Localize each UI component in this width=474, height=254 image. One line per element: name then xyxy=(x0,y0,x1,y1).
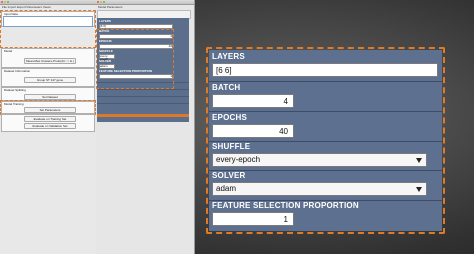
zoom-highlight-border xyxy=(206,47,445,234)
parameters-window: Model Parameters LAYERS [6 6] BATCH 4 EP… xyxy=(96,0,195,254)
main-app-window: File Import Export Parameters Views Inpu… xyxy=(0,0,97,254)
maximize-icon[interactable] xyxy=(103,1,105,3)
close-icon[interactable] xyxy=(97,1,99,3)
section-dataset-splitting: Dataset Splitting Set Dataset xyxy=(1,87,95,101)
section-label: Model xyxy=(4,49,13,53)
window-title: File Import Export Parameters Views xyxy=(2,5,51,9)
minimize-icon[interactable] xyxy=(4,1,6,3)
window-title: Model Parameters xyxy=(98,5,123,9)
mini-layers-label: LAYERS xyxy=(99,19,111,23)
selected-row-bar xyxy=(97,114,189,117)
param-row[interactable] xyxy=(97,96,189,103)
evaluate-validation-button[interactable]: Evaluate on Validation Set xyxy=(24,123,76,129)
evaluate-training-button[interactable]: Evaluate on Training Set xyxy=(24,116,76,122)
highlight-box xyxy=(96,29,174,89)
close-icon[interactable] xyxy=(1,1,3,3)
section-label: Dataset Splitting xyxy=(4,88,26,92)
section-model: Model Mean-Max Clusters-Proto(AC -> G.) xyxy=(1,48,95,68)
section-evaluation: Evaluate on Training Set Evaluate on Val… xyxy=(1,114,95,132)
param-row[interactable] xyxy=(97,89,189,96)
maximize-icon[interactable] xyxy=(7,1,9,3)
model-select-button[interactable]: Mean-Max Clusters-Proto(AC -> G.) xyxy=(24,58,76,64)
param-row[interactable] xyxy=(97,103,189,110)
highlight-box xyxy=(0,100,96,115)
highlight-box xyxy=(0,10,96,48)
minimize-icon[interactable] xyxy=(100,1,102,3)
dataset-info-button[interactable]: Group ST 147 gene xyxy=(24,77,76,83)
section-dataset-information: Dataset Information Group ST 147 gene xyxy=(1,68,95,87)
section-label: Dataset Information xyxy=(4,69,31,73)
